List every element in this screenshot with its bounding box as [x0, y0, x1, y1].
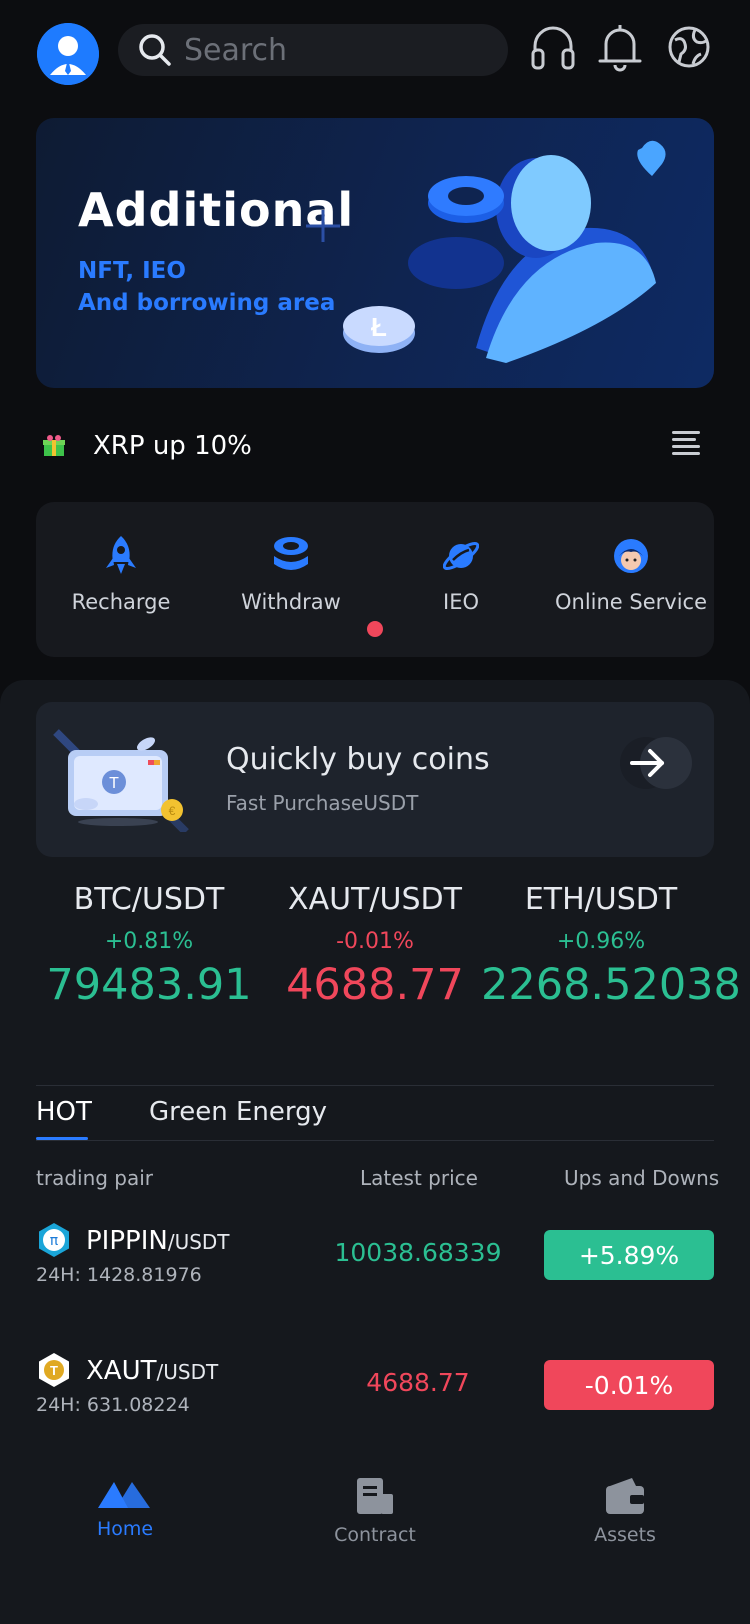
document-icon [357, 1478, 393, 1514]
search-icon [139, 34, 171, 66]
withdraw-label: Withdraw [241, 590, 341, 614]
pippin-coin-icon: π [39, 1223, 69, 1257]
ieo-label: IEO [443, 590, 479, 614]
agent-icon [614, 539, 648, 573]
change-badge[interactable]: -0.01% [544, 1360, 714, 1410]
svg-text:T: T [50, 1363, 58, 1378]
coins-icon [274, 537, 308, 570]
withdraw-button[interactable]: Withdraw [206, 502, 376, 657]
coin-base: XAUT [86, 1356, 157, 1386]
svg-text:€: € [169, 804, 176, 818]
svg-text:Ł: Ł [371, 312, 387, 342]
headset-icon[interactable] [529, 22, 577, 72]
coin-quote: /USDT [167, 1230, 230, 1254]
tab-green-energy[interactable]: Green Energy [149, 1097, 327, 1127]
tab-hot[interactable]: HOT [36, 1097, 92, 1127]
change-badge[interactable]: +5.89% [544, 1230, 714, 1280]
ticker-xaut[interactable]: XAUT/USDT -0.01% 4688.77 [255, 882, 495, 1010]
banner-subtitle-2: And borrowing area [78, 290, 336, 316]
arrow-right-icon[interactable] [620, 737, 692, 789]
nav-assets[interactable]: Assets [525, 1476, 725, 1546]
planet-icon [443, 542, 479, 570]
svg-text:T: T [109, 775, 119, 792]
col-ups-downs: Ups and Downs [564, 1166, 720, 1190]
recharge-button[interactable]: Recharge [36, 502, 206, 657]
tabs-divider [36, 1140, 714, 1141]
menu-icon[interactable] [672, 431, 702, 457]
coin-quote: /USDT [156, 1360, 219, 1384]
wallet-card-illustration: T € [53, 729, 189, 832]
promo-banner[interactable]: Additional NFT, IEO And borrowing area Ł [36, 118, 714, 388]
ticker-price: 79483.91 [46, 960, 252, 1010]
ticker-pair: XAUT/USDT [288, 882, 462, 917]
nav-contract-label: Contract [334, 1524, 416, 1546]
coin-volume: 24H: 1428.81976 [36, 1264, 202, 1286]
home-mountain-icon [98, 1482, 150, 1508]
globe-icon[interactable] [665, 22, 713, 72]
quick-buy-title: Quickly buy coins [226, 742, 490, 777]
wallet-icon [606, 1478, 644, 1514]
ticker-price: 4688.77 [286, 960, 464, 1010]
col-trading-pair: trading pair [36, 1166, 154, 1190]
gift-icon [43, 435, 65, 456]
ticker-change: +0.81% [104, 929, 194, 954]
quick-buy-subtitle: Fast PurchaseUSDT [226, 791, 419, 815]
coin-base: PIPPIN [86, 1226, 168, 1256]
avatar[interactable] [37, 23, 99, 85]
svg-text:π: π [50, 1233, 59, 1249]
bell-icon[interactable] [596, 22, 644, 72]
ticker-btc[interactable]: BTC/USDT +0.81% 79483.91 [29, 882, 269, 1010]
ticker-pair: BTC/USDT [73, 882, 225, 917]
nav-home[interactable]: Home [25, 1476, 225, 1540]
ticker-pair: ETH/USDT [524, 882, 678, 917]
row-price: 10038.68339 [334, 1238, 502, 1267]
ticker-change: -0.01% [336, 929, 414, 954]
banner-subtitle-1: NFT, IEO [78, 258, 186, 284]
coin-volume: 24H: 631.08224 [36, 1394, 190, 1416]
quick-buy-card[interactable]: T € [36, 702, 714, 857]
notice-text[interactable]: XRP up 10% [93, 431, 252, 461]
nav-home-label: Home [96, 1518, 154, 1540]
nav-contract[interactable]: Contract [275, 1476, 475, 1546]
online-service-button[interactable]: Online Service [546, 502, 716, 657]
search-input[interactable]: Search [118, 24, 508, 76]
rocket-icon [106, 536, 136, 574]
notification-dot [367, 621, 383, 637]
ticker-price: 2268.52038 [481, 960, 741, 1010]
col-latest-price: Latest price [360, 1166, 478, 1190]
recharge-label: Recharge [71, 590, 171, 614]
table-row[interactable]: π PIPPIN/USDT 24H: 1428.81976 10038.6833… [36, 1222, 714, 1292]
online-service-label: Online Service [554, 590, 708, 614]
nav-assets-label: Assets [594, 1524, 656, 1546]
ieo-button[interactable]: IEO [376, 502, 546, 657]
ticker-change: +0.96% [556, 929, 646, 954]
banner-illustration: Ł [306, 140, 666, 363]
row-price: 4688.77 [366, 1368, 470, 1397]
ticker-eth[interactable]: ETH/USDT +0.96% 2268.52038 [481, 882, 741, 1010]
search-placeholder: Search [184, 32, 288, 68]
xaut-coin-icon: T [39, 1353, 69, 1387]
section-divider [36, 1085, 714, 1086]
table-row[interactable]: T XAUT/USDT 24H: 631.08224 4688.77 -0.01… [36, 1352, 714, 1422]
user-avatar-icon [37, 23, 99, 85]
